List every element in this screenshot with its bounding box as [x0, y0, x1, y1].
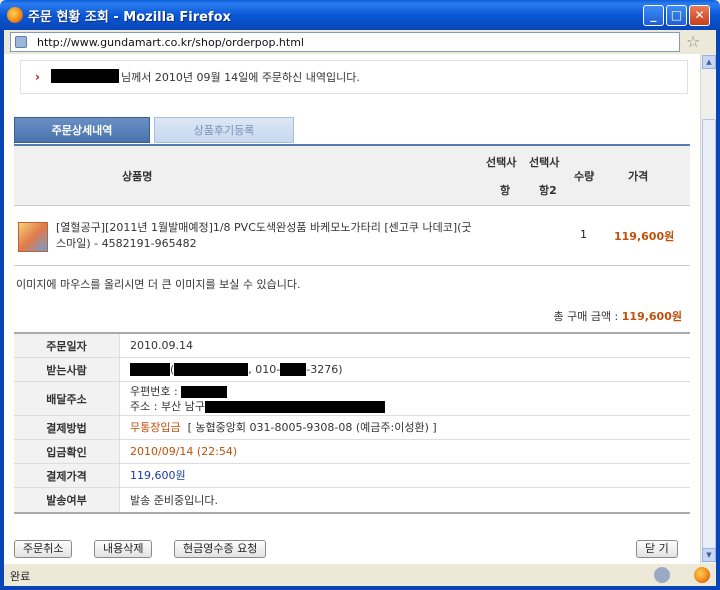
close-window-button[interactable]: ✕ [689, 5, 710, 26]
shipping-label: 발송여부 [14, 488, 120, 512]
info-row-date: 주문일자 2010.09.14 [14, 334, 690, 358]
payment-label: 결제방법 [14, 416, 120, 439]
total-value: 119,600원 [621, 310, 682, 323]
deposit-value: 2010/09/14 (22:54) [130, 445, 238, 458]
url-text: http://www.gundamart.co.kr/shop/orderpop… [37, 36, 304, 49]
recipient-mobile-prefix: , 010- [248, 363, 281, 376]
bookmark-star-icon[interactable]: ☆ [686, 32, 700, 51]
order-date-value: 2010.09.14 [130, 339, 193, 352]
bank-account: [ 농협중앙회 031-8005-9308-08 (예금주:이성환) ] [187, 421, 437, 434]
col-name: 상품명 [122, 170, 153, 183]
addr-line: 주소 : 부산 남구 [130, 399, 680, 414]
hover-note: 이미지에 마우스를 올리시면 더 큰 이미지를 보실 수 있습니다. [16, 278, 301, 291]
info-row-amount: 결제가격 119,600원 [14, 464, 690, 488]
tab-order-detail[interactable]: 주문상세내역 [14, 117, 150, 143]
minimize-button[interactable]: _ [643, 5, 664, 26]
vertical-scrollbar[interactable]: ▲ ▼ [700, 54, 716, 564]
order-notice: › 님께서 2010년 09월 14일에 주문하신 내역입니다. [20, 60, 688, 94]
col-option2-a: 선택사 [529, 156, 560, 169]
notice-text: 님께서 2010년 09월 14일에 주문하신 내역입니다. [121, 71, 360, 84]
scroll-up-icon[interactable]: ▲ [702, 55, 716, 69]
site-icon [15, 36, 27, 48]
window-titlebar: 주문 현황 조회 - Mozilla Firefox _ □ ✕ [0, 0, 720, 30]
url-field[interactable]: http://www.gundamart.co.kr/shop/orderpop… [10, 32, 680, 52]
cash-receipt-button[interactable]: 현금영수증 요청 [174, 540, 267, 558]
product-table: 상품명 선택사 항 선택사 항2 수량 가격 [열혈공구][2011년 1월발매… [14, 144, 690, 266]
scroll-thumb[interactable] [702, 119, 716, 549]
page-content: › 님께서 2010년 09월 14일에 주문하신 내역입니다. 주문상세내역 … [0, 54, 720, 564]
maximize-button[interactable]: □ [666, 5, 687, 26]
redacted-name [51, 69, 119, 83]
address-value: 우편번호 : 주소 : 부산 남구 [120, 382, 690, 415]
cancel-order-button[interactable]: 주문취소 [14, 540, 73, 558]
info-row-address: 배달주소 우편번호 : 주소 : 부산 남구 [14, 382, 690, 416]
col-qty: 수량 [574, 170, 595, 183]
status-bar: 완료 [0, 564, 720, 590]
firefox-status-icon[interactable] [694, 567, 710, 583]
table-row: [열혈공구][2011년 1월발매예정]1/8 PVC도색완성품 바케모노가타리… [14, 206, 690, 266]
zip-label: 우편번호 : [130, 384, 178, 398]
product-qty: 1 [580, 228, 587, 241]
product-name-link[interactable]: [열혈공구][2011년 1월발매예정]1/8 PVC도색완성품 바케모노가타리… [56, 220, 476, 252]
info-row-recipient: 받는사람 ( , 010- -3276) [14, 358, 690, 382]
payment-value: 무통장입금 [ 농협중앙회 031-8005-9308-08 (예금주:이성환)… [120, 416, 690, 439]
recipient-value: ( , 010- -3276) [120, 358, 690, 381]
total-label: 총 구매 금액 : [553, 310, 622, 323]
address-label: 배달주소 [14, 382, 120, 415]
addon-icon[interactable] [654, 567, 670, 583]
zip-line: 우편번호 : [130, 384, 680, 399]
tab-review[interactable]: 상품후기등록 [154, 117, 294, 143]
redacted-recipient-name [130, 363, 170, 376]
redacted-address [204, 400, 385, 413]
window-title: 주문 현황 조회 - Mozilla Firefox [28, 10, 231, 25]
recipient-mobile-suffix: -3276) [306, 363, 343, 376]
amount-value: 119,600원 [130, 469, 186, 482]
address-bar: http://www.gundamart.co.kr/shop/orderpop… [0, 30, 720, 54]
amount-label: 결제가격 [14, 464, 120, 487]
delete-button[interactable]: 내용삭제 [94, 540, 153, 558]
order-date-label: 주문일자 [14, 334, 120, 357]
deposit-label: 입금확인 [14, 440, 120, 463]
redacted-phone-1 [174, 363, 249, 376]
info-row-deposit: 입금확인 2010/09/14 (22:54) [14, 440, 690, 464]
product-thumbnail[interactable] [18, 222, 48, 252]
product-price: 119,600원 [614, 230, 675, 243]
payment-method: 무통장입금 [130, 421, 181, 434]
recipient-label: 받는사람 [14, 358, 120, 381]
product-table-header: 상품명 선택사 항 선택사 항2 수량 가격 [14, 146, 690, 206]
close-button[interactable]: 닫 기 [636, 540, 678, 558]
redacted-zip [181, 385, 228, 398]
scroll-down-icon[interactable]: ▼ [702, 548, 716, 562]
shipping-value: 발송 준비중입니다. [130, 493, 218, 507]
status-text: 완료 [10, 570, 31, 583]
total-amount: 총 구매 금액 : 119,600원 [553, 308, 682, 324]
order-info-table: 주문일자 2010.09.14 받는사람 ( , 010- -3276) 배달주… [14, 332, 690, 514]
addr-label: 주소 : 부산 남구 [130, 399, 205, 413]
col-option2-b: 항2 [539, 184, 557, 197]
col-option1-b: 항 [500, 184, 511, 197]
col-price: 가격 [628, 170, 649, 183]
firefox-icon [7, 7, 23, 23]
redacted-phone-2 [280, 363, 307, 376]
col-option1-a: 선택사 [486, 156, 517, 169]
chevron-right-icon: › [35, 70, 40, 84]
info-row-shipping: 발송여부 발송 준비중입니다. [14, 488, 690, 512]
info-row-payment: 결제방법 무통장입금 [ 농협중앙회 031-8005-9308-08 (예금주… [14, 416, 690, 440]
